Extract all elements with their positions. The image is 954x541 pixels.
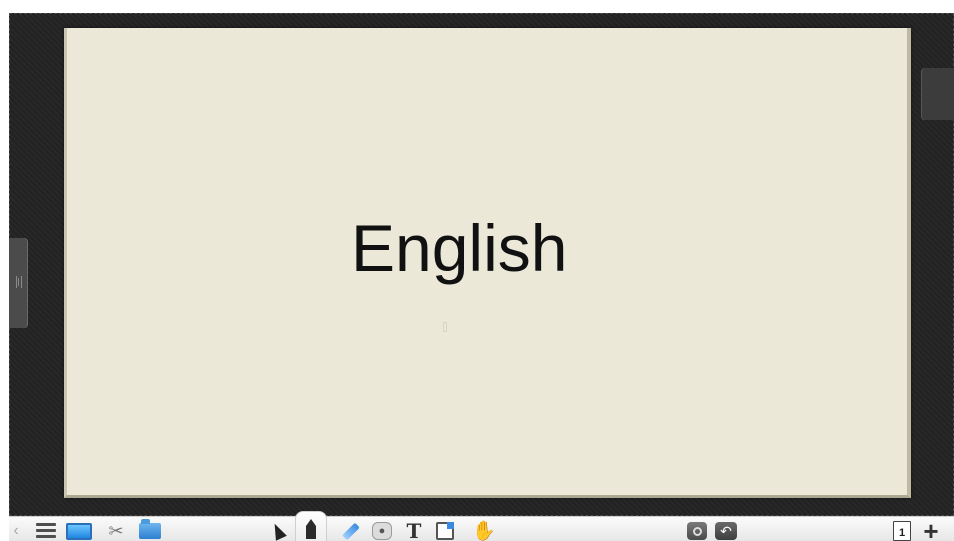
right-panel-tab[interactable] bbox=[921, 68, 954, 120]
select-arrow-icon bbox=[269, 521, 287, 541]
whiteboard-area[interactable]: English bbox=[9, 13, 954, 516]
display-button[interactable] bbox=[65, 520, 93, 541]
resources-icon bbox=[139, 519, 161, 539]
highlighter-tool-button[interactable] bbox=[339, 520, 363, 541]
screen-capture-icon bbox=[687, 522, 707, 540]
eraser-icon: ● bbox=[372, 522, 392, 540]
menu-button[interactable] bbox=[33, 520, 59, 541]
undo-button[interactable]: ↶ bbox=[713, 520, 739, 541]
text-icon: T bbox=[406, 519, 422, 541]
tools-icon: ✂ bbox=[108, 520, 124, 541]
bottom-toolbar: ‹ ✂ ● T ✋ ↶ 1 + bbox=[9, 511, 954, 541]
eraser-tool-button[interactable]: ● bbox=[369, 520, 395, 541]
shape-icon bbox=[436, 522, 454, 540]
page-cursor-mark bbox=[443, 322, 447, 332]
display-icon bbox=[66, 522, 92, 540]
hand-icon: ✋ bbox=[472, 521, 496, 541]
pencil-icon bbox=[306, 519, 316, 539]
page-text[interactable]: English bbox=[351, 210, 567, 286]
pen-tool-button[interactable] bbox=[295, 511, 327, 541]
select-tool-button[interactable] bbox=[267, 520, 289, 541]
add-page-button[interactable]: + bbox=[919, 516, 943, 541]
page-number-button[interactable]: 1 bbox=[891, 520, 913, 541]
grip-icon bbox=[16, 276, 22, 288]
undo-icon: ↶ bbox=[715, 522, 737, 540]
page-number-indicator: 1 bbox=[893, 521, 911, 541]
highlighter-icon bbox=[342, 522, 360, 540]
menu-icon bbox=[36, 523, 56, 539]
side-panel-handle[interactable] bbox=[9, 238, 28, 328]
screen-capture-button[interactable] bbox=[685, 520, 709, 541]
shape-tool-button[interactable] bbox=[432, 520, 458, 541]
plus-icon: + bbox=[923, 516, 939, 541]
slide-page[interactable]: English bbox=[64, 28, 911, 498]
tools-button[interactable]: ✂ bbox=[103, 520, 129, 541]
hand-tool-button[interactable]: ✋ bbox=[471, 520, 497, 541]
collapse-chevron-icon[interactable]: ‹ bbox=[9, 520, 23, 541]
resources-button[interactable] bbox=[137, 519, 163, 541]
text-tool-button[interactable]: T bbox=[402, 519, 426, 541]
